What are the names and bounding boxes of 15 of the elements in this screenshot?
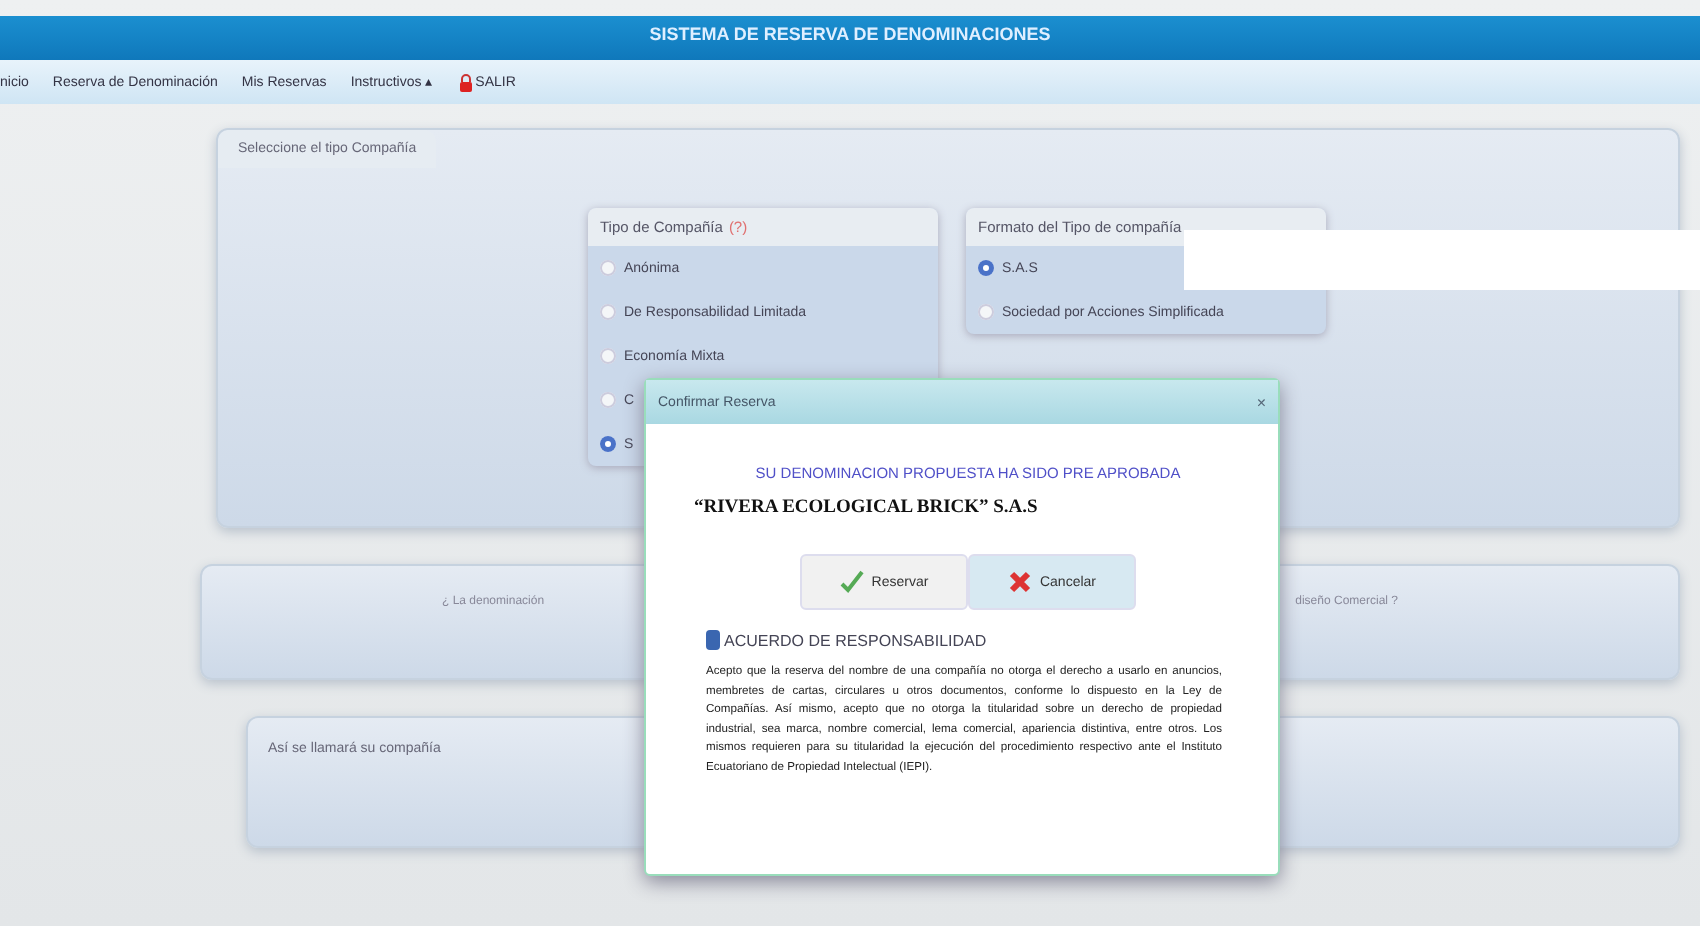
check-icon: [839, 570, 864, 594]
radio-button[interactable]: [600, 260, 616, 276]
radio-button[interactable]: [600, 436, 616, 452]
company-name: “RIVERA ECOLOGICAL BRICK” S.A.S: [694, 498, 1038, 518]
radio-button[interactable]: [978, 304, 994, 320]
radio-button[interactable]: [600, 304, 616, 320]
close-button[interactable]: ×: [1256, 393, 1266, 411]
radio-button[interactable]: [978, 260, 994, 276]
lock-icon: [457, 73, 474, 91]
cross-icon: [1007, 570, 1032, 594]
radio-button[interactable]: [600, 392, 616, 408]
agreement-title: ACUERDO DE RESPONSABILIDAD: [724, 631, 987, 649]
page-title: SISTEMA DE RESERVA DE DENOMINACIONES: [649, 24, 1051, 48]
radio-button[interactable]: [600, 348, 616, 364]
info-icon: [706, 630, 720, 650]
